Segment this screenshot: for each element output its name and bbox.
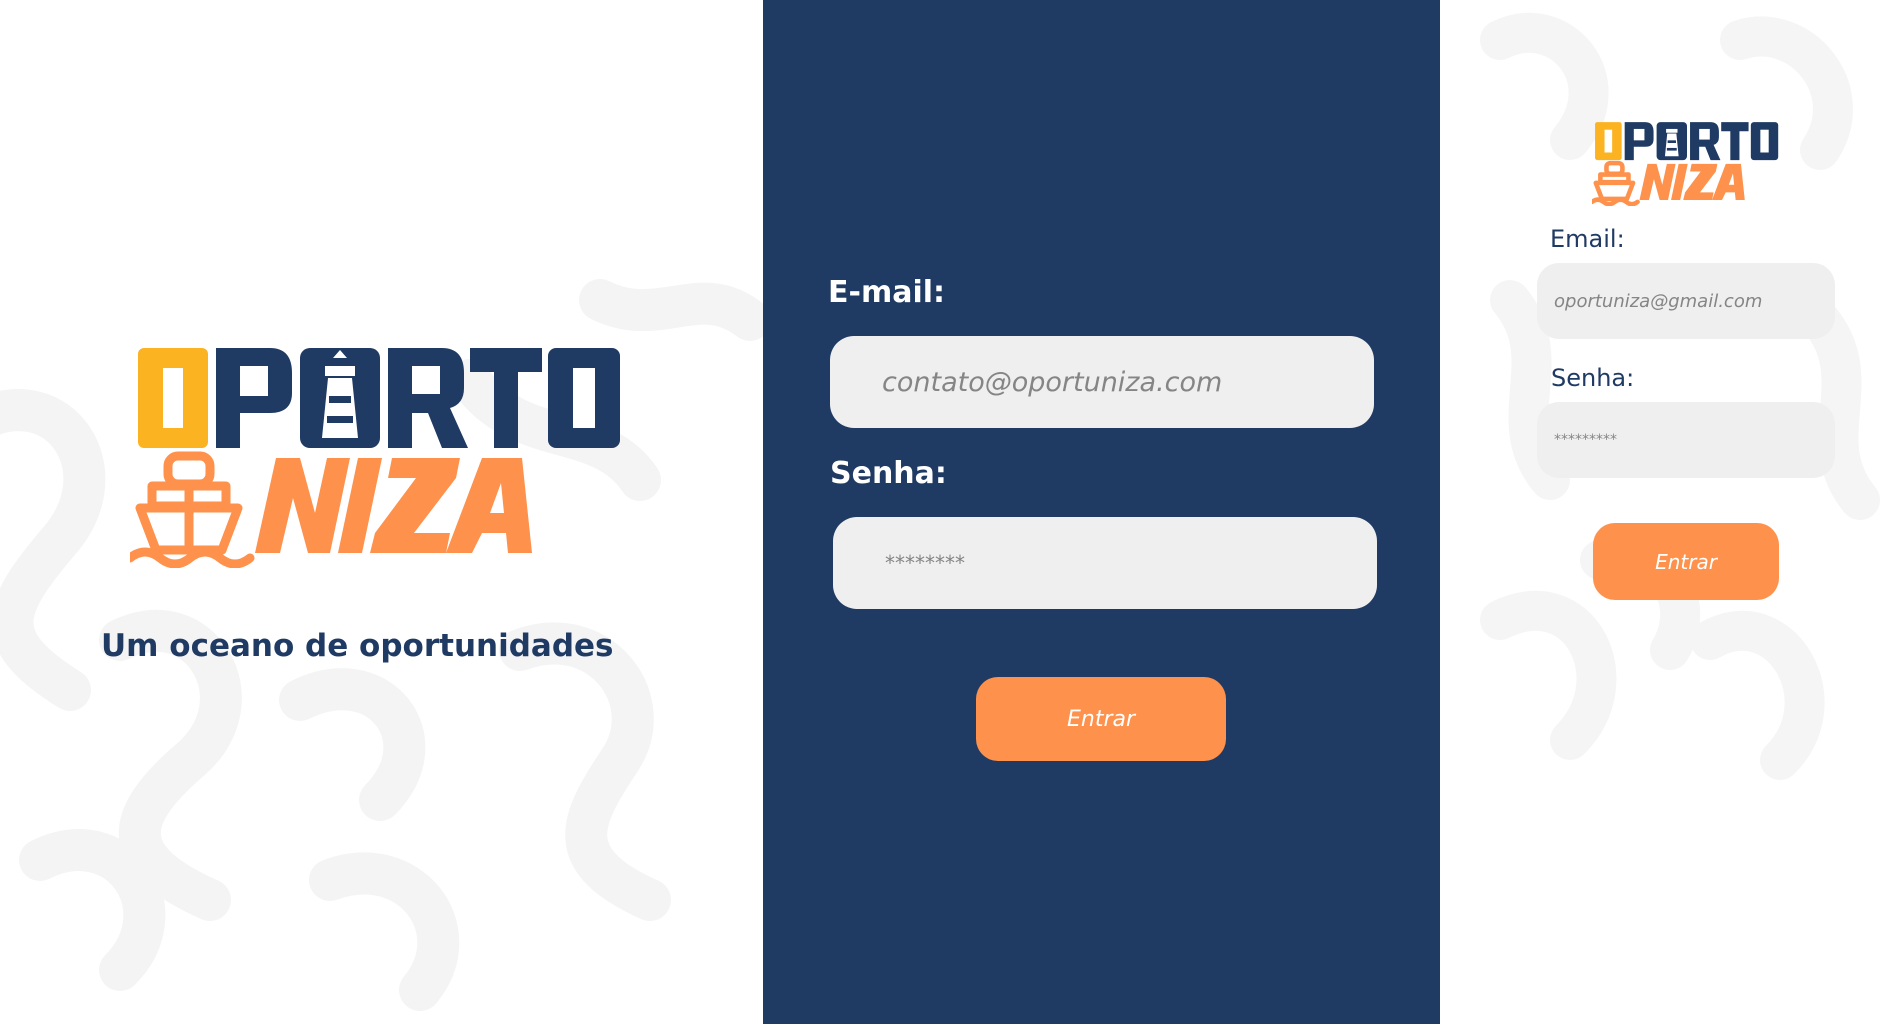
email-field-mobile[interactable] xyxy=(1537,263,1835,339)
password-label: Senha: xyxy=(830,456,947,491)
brand-logo-small xyxy=(1589,118,1782,211)
email-input[interactable] xyxy=(880,365,1374,399)
brand-logo xyxy=(125,338,630,573)
ship-icon xyxy=(1589,160,1640,207)
ship-icon xyxy=(125,451,255,569)
login-panel: E-mail: Senha: Entrar xyxy=(763,0,1440,1024)
password-field-mobile[interactable] xyxy=(1537,402,1835,478)
login-button-mobile[interactable]: Entrar xyxy=(1593,523,1779,600)
mobile-preview-panel: Email: Senha: Entrar xyxy=(1440,0,1881,1024)
brand-panel: Um oceano de oportunidades xyxy=(0,0,763,1024)
email-label: E-mail: xyxy=(828,275,946,310)
password-input[interactable] xyxy=(883,550,1377,576)
password-label-mobile: Senha: xyxy=(1551,364,1635,392)
password-field[interactable] xyxy=(833,517,1377,609)
login-button[interactable]: Entrar xyxy=(976,677,1226,761)
email-input-mobile[interactable] xyxy=(1552,289,1835,313)
email-field[interactable] xyxy=(830,336,1374,428)
email-label-mobile: Email: xyxy=(1550,225,1625,253)
tagline: Um oceano de oportunidades xyxy=(101,628,614,664)
password-input-mobile[interactable] xyxy=(1552,431,1835,449)
